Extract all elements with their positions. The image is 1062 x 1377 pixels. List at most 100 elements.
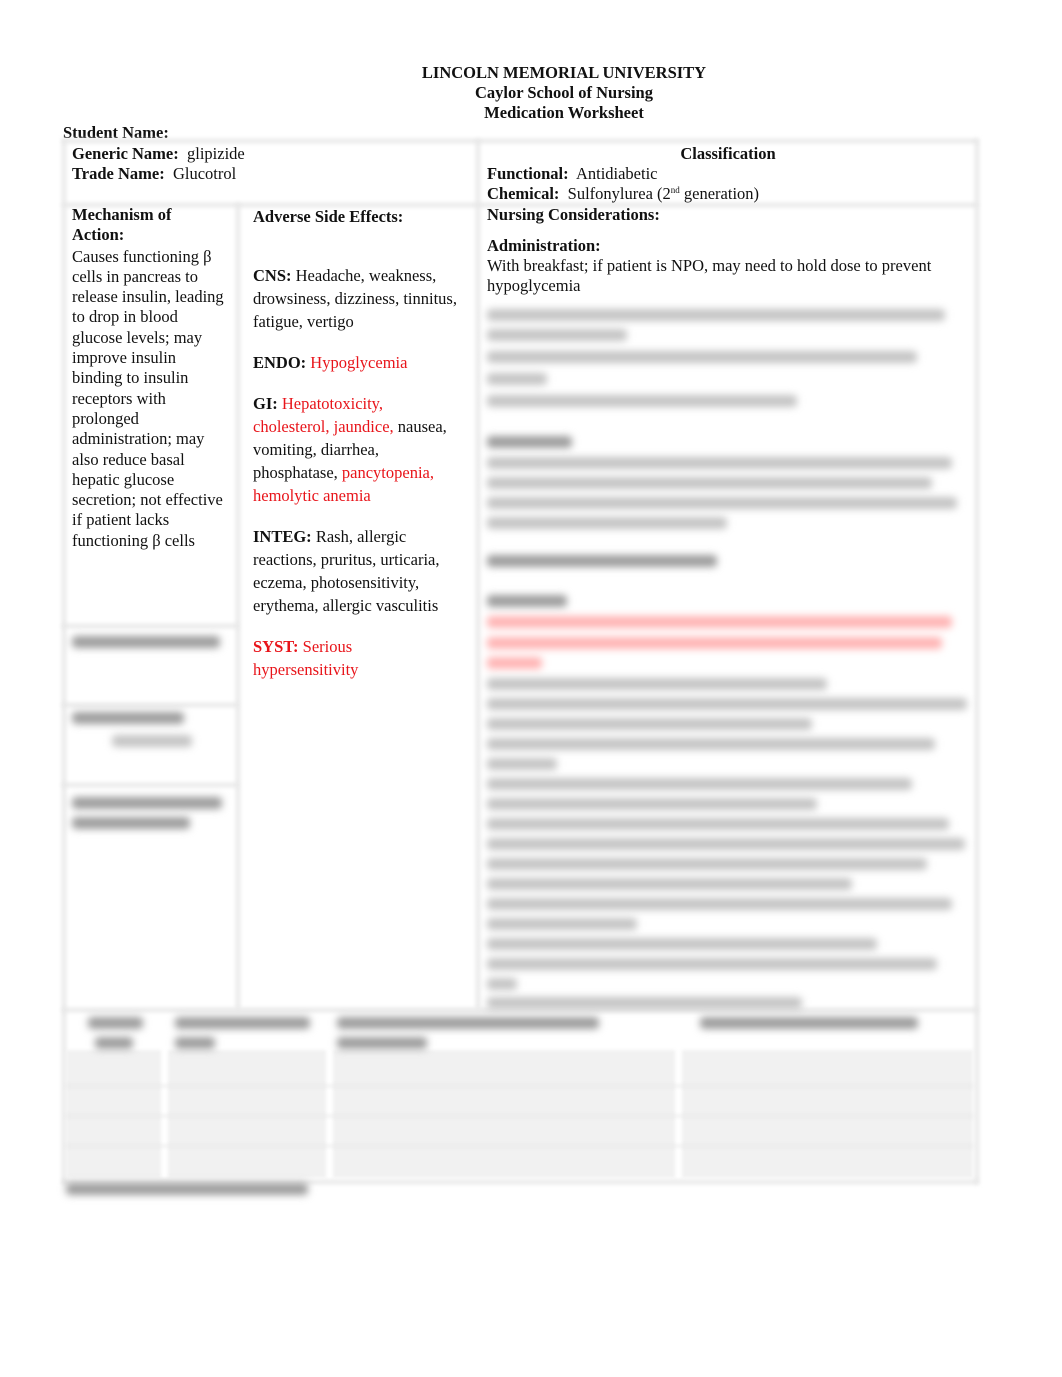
mechanism-line: improve insulin [72,348,177,368]
functional-label: Functional: [487,164,569,183]
chemical-value-post: generation) [679,184,760,203]
blurred-text [487,798,817,810]
mechanism-line: functioning β cells [72,530,195,550]
mechanism-line: release insulin, leading [72,287,224,307]
mechanism-line: if patient lacks [72,510,170,530]
table-column-3 [333,1050,675,1178]
chemical-row: Chemical: Sulfonylurea (2nd generation) [487,183,759,204]
blurred-heading [72,712,184,724]
gi-text: nausea, [393,417,447,436]
blurred-footer-text [66,1183,308,1195]
adverse-heading: Adverse Side Effects: [253,207,404,226]
mechanism-line: hepatic glucose [72,469,175,489]
blurred-text [487,698,967,710]
grid-line-left-b [62,703,238,707]
grid-line-left-c [62,783,238,787]
gi-text-alert: pancytopenia, [341,463,434,482]
endo-text: Hypoglycemia [310,353,408,372]
blurred-heading [487,595,567,607]
grid-line-left [62,139,66,1184]
blurred-text [487,938,877,950]
blurred-text [487,329,627,341]
mechanism-line: binding to insulin [72,368,189,388]
generic-name-row: Generic Name: glipizide [72,143,245,164]
syst-effects: SYST: Serious hypersensitivity [253,635,475,681]
blurred-table-header [88,1017,143,1029]
mechanism-line: prolonged [72,408,139,428]
mechanism-section: Mechanism of Action: Causes functioning … [72,205,237,551]
blurred-text [487,778,912,790]
cns-effects: CNS: Headache, weakness, drowsiness, diz… [253,264,475,333]
mechanism-line: to drop in blood [72,307,178,327]
blurred-heading [72,636,220,648]
blurred-text [487,878,852,890]
blurred-text [487,838,965,850]
integ-text: Rash, allergic [315,527,407,546]
chemical-superscript: nd [670,185,680,195]
functional-value: Antidiabetic [575,164,658,183]
mechanism-line: cells in pancreas to [72,266,198,286]
grid-line-left-a [62,624,238,628]
cns-label: CNS: [253,266,292,285]
chemical-value: Sulfonylurea (2nd generation) [568,184,759,203]
mechanism-line: administration; may [72,429,205,449]
syst-label: SYST: [253,637,299,656]
cns-text: Headache, weakness, [295,266,437,285]
chemical-value-pre: Sulfonylurea (2 [567,184,671,203]
mechanism-line: also reduce basal [72,449,185,469]
classification-heading: Classification [680,144,776,163]
trade-name-row: Trade Name: Glucotrol [72,163,236,184]
chemical-label: Chemical: [487,184,560,203]
blurred-text [487,309,945,321]
syst-text: Serious [302,637,353,656]
mechanism-line: glucose levels; may [72,327,203,347]
grid-line-right [975,139,979,1184]
table-row-line [66,1085,973,1087]
blurred-alert-text [487,657,542,669]
school-title: Caylor School of Nursing [474,83,653,102]
gi-text-alert: Hepatotoxicity, [281,394,383,413]
worksheet-title: Medication Worksheet [484,103,644,122]
gi-text-alert: hemolytic anemia [253,486,371,505]
blurred-text [487,858,927,870]
table-row-line [66,1115,973,1117]
generic-name-value: glipizide [187,144,245,163]
blurred-text [487,373,547,385]
integ-text: eczema, photosensitivity, [253,573,420,592]
blurred-text [487,395,797,407]
blurred-alert-text [487,637,942,649]
nursing-considerations-section: Nursing Considerations: Administration: … [487,205,972,296]
syst-text: hypersensitivity [253,660,359,679]
blurred-text [487,898,952,910]
blurred-table-header [175,1037,215,1049]
endo-effects: ENDO: Hypoglycemia [253,351,475,374]
integ-text: erythema, allergic vasculitis [253,596,439,615]
mechanism-text: Causes functioning β cells in pancreas t… [72,247,237,551]
blurred-heading [72,817,190,829]
blurred-text [487,918,637,930]
blurred-text [487,997,802,1009]
grid-line-mid [476,139,480,1009]
gi-text-alert: cholesterol, jaundice, [253,417,394,436]
gi-text: phosphatase, [253,463,342,482]
blurred-text [487,457,952,469]
blurred-text [487,477,932,489]
blurred-text [487,497,957,509]
integ-text: reactions, pruritus, urticaria, [253,550,440,569]
blurred-text [487,517,727,529]
mechanism-line: secretion; not effective [72,490,223,510]
adverse-effects-section: Adverse Side Effects: CNS: Headache, wea… [253,205,475,681]
blurred-text [487,351,917,363]
blurred-text [487,678,827,690]
integ-effects: INTEG: Rash, allergic reactions, pruritu… [253,525,475,617]
trade-name-label: Trade Name: [72,164,165,183]
blurred-text [487,718,812,730]
cns-text: fatigue, vertigo [253,312,354,331]
nursing-heading: Nursing Considerations: [487,205,660,224]
blurred-table-header [95,1037,133,1049]
blurred-heading [487,555,717,567]
blurred-text [112,735,192,747]
mechanism-line: Causes functioning β [72,246,212,266]
blurred-alert-text [487,616,952,628]
trade-name-value: Glucotrol [172,164,237,183]
